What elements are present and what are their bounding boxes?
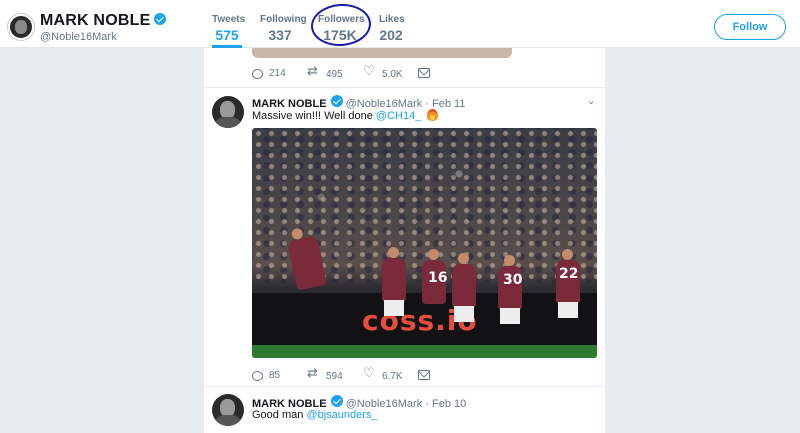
- heart-icon: [363, 64, 376, 80]
- verified-badge-icon: [330, 95, 343, 107]
- like-count: 5.0K: [382, 68, 403, 80]
- fire-emoji-icon: [427, 109, 439, 121]
- shirt-number: 30: [503, 272, 523, 288]
- envelope-icon: [418, 370, 430, 380]
- tweet-timeline: 214 495 5.0K MARK NOBLE @Noble16Mark · F…: [204, 48, 605, 433]
- shirt-number: 22: [559, 266, 579, 282]
- tab-likes-count: 202: [379, 27, 403, 43]
- photo-player: [382, 247, 406, 302]
- profile-nav-bar: MARK NOBLE @Noble16Mark Tweets 575 Follo…: [0, 0, 800, 49]
- reply-button[interactable]: 214: [252, 68, 286, 79]
- tab-tweets-count: 575: [215, 27, 239, 43]
- profile-avatar[interactable]: [8, 14, 34, 40]
- photo-shorts: [558, 302, 578, 318]
- tab-following-count: 337: [268, 27, 292, 43]
- shirt-number: 16: [428, 270, 448, 286]
- tweet-avatar[interactable]: [212, 394, 244, 426]
- photo-player: [452, 253, 476, 308]
- like-button[interactable]: 6.7K: [363, 366, 403, 382]
- reply-count: 85: [269, 370, 281, 381]
- tab-tweets-label: Tweets: [212, 14, 246, 25]
- heart-icon: [363, 366, 376, 382]
- envelope-icon: [418, 68, 430, 78]
- chevron-down-icon[interactable]: ⌄: [587, 96, 595, 107]
- direct-message-button[interactable]: [418, 68, 430, 78]
- direct-message-button[interactable]: [418, 370, 430, 380]
- reply-count: 214: [269, 68, 286, 79]
- tweet-header: MARK NOBLE @Noble16Mark · Feb 11: [252, 95, 465, 110]
- tab-tweets[interactable]: Tweets 575: [212, 14, 246, 48]
- previous-tweet-media[interactable]: [252, 48, 512, 58]
- divider: [204, 386, 605, 387]
- like-button[interactable]: 5.0K: [363, 64, 403, 80]
- retweet-count: 594: [326, 370, 343, 382]
- tweet-avatar[interactable]: [212, 96, 244, 128]
- retweet-icon: [307, 64, 320, 80]
- tweet-text: Good man @bjsaunders_: [252, 409, 378, 421]
- mention-link[interactable]: @CH14_: [376, 110, 421, 122]
- follow-button[interactable]: Follow: [714, 14, 786, 40]
- photo-shorts: [454, 306, 474, 322]
- photo-pitch: [252, 345, 597, 358]
- tweet-photo[interactable]: coss.io 16 30 22: [252, 128, 597, 358]
- verified-badge-icon: [154, 13, 167, 25]
- tweet-header: MARK NOBLE @Noble16Mark · Feb 10: [252, 395, 466, 410]
- tab-likes[interactable]: Likes 202: [379, 14, 405, 43]
- like-count: 6.7K: [382, 370, 403, 382]
- divider: [204, 87, 605, 88]
- retweet-icon: [307, 366, 320, 382]
- photo-shorts: [500, 308, 520, 324]
- profile-handle: @Noble16Mark: [40, 31, 117, 43]
- tab-following-label: Following: [260, 14, 307, 25]
- reply-icon: [252, 370, 263, 381]
- verified-badge-icon: [330, 395, 343, 407]
- photo-shorts: [384, 300, 404, 316]
- tab-likes-label: Likes: [379, 14, 405, 25]
- profile-name: MARK NOBLE: [40, 12, 167, 30]
- reply-button[interactable]: 85: [252, 370, 280, 381]
- retweet-button[interactable]: 495: [307, 64, 343, 80]
- tab-following[interactable]: Following 337: [260, 14, 307, 43]
- tweet-body: Massive win!!! Well done: [252, 110, 373, 122]
- mention-link[interactable]: @bjsaunders_: [306, 409, 377, 421]
- tweet-text: Massive win!!! Well done @CH14_: [252, 109, 439, 122]
- retweet-count: 495: [326, 68, 343, 80]
- profile-name-text: MARK NOBLE: [40, 12, 151, 29]
- tweet-body: Good man: [252, 409, 304, 421]
- reply-icon: [252, 68, 263, 79]
- retweet-button[interactable]: 594: [307, 366, 343, 382]
